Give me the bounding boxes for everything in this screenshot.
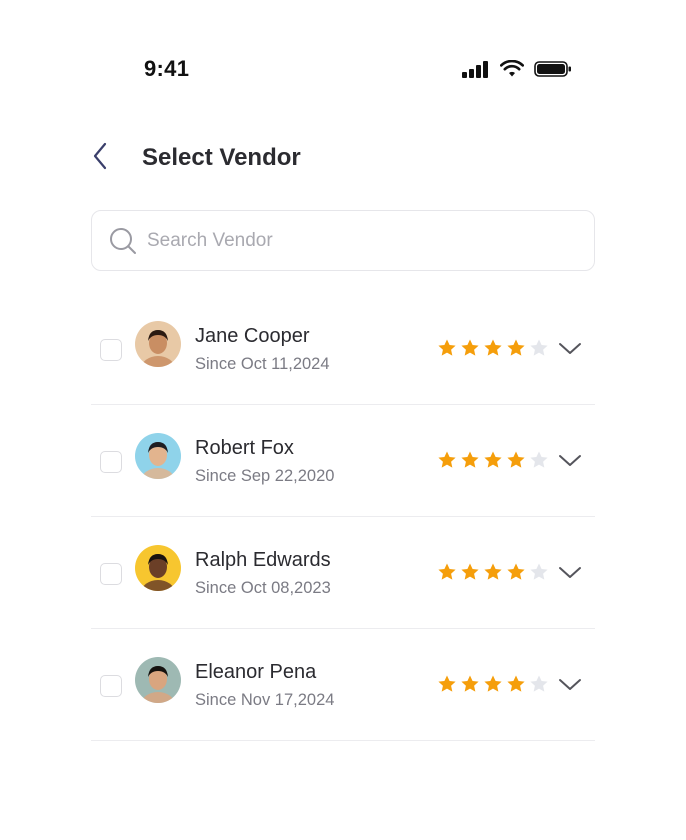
avatar (135, 545, 181, 591)
vendor-since-date: Since Oct 08,2023 (195, 579, 331, 597)
star-filled-icon (461, 451, 479, 468)
vendor-name: Ralph Edwards (195, 549, 331, 571)
avatar (135, 433, 181, 479)
star-empty-icon (530, 675, 548, 692)
chevron-left-icon (92, 142, 108, 175)
star-rating (437, 674, 549, 694)
star-filled-icon (461, 563, 479, 580)
vendor-info: Eleanor Pena Since Nov 17,2024 (195, 659, 334, 710)
status-bar: 9:41 (0, 52, 686, 88)
star-filled-icon (507, 675, 525, 692)
vendor-row[interactable]: Robert Fox Since Sep 22,2020 (91, 405, 595, 517)
vendor-name: Eleanor Pena (195, 661, 317, 683)
vendor-name: Jane Cooper (195, 325, 310, 347)
star-empty-icon (530, 451, 548, 468)
vendor-since-date: Since Oct 11,2024 (195, 355, 330, 373)
vendor-checkbox[interactable] (100, 451, 122, 473)
select-vendor-screen: 9:41 Select Vendor Search Vendor Jane Co… (0, 0, 686, 840)
vendor-info: Ralph Edwards Since Oct 08,2023 (195, 547, 331, 598)
chevron-down-icon[interactable] (558, 339, 582, 359)
star-filled-icon (438, 675, 456, 692)
star-rating (437, 450, 549, 470)
star-filled-icon (507, 339, 525, 356)
cellular-signal-icon (462, 60, 490, 83)
star-filled-icon (507, 451, 525, 468)
star-filled-icon (507, 563, 525, 580)
chevron-down-icon[interactable] (558, 675, 582, 695)
back-button[interactable] (92, 138, 124, 178)
vendor-info: Jane Cooper Since Oct 11,2024 (195, 323, 330, 374)
star-filled-icon (484, 451, 502, 468)
star-filled-icon (484, 563, 502, 580)
search-input[interactable] (147, 229, 567, 252)
status-icons (462, 59, 572, 83)
star-rating (437, 338, 549, 358)
wifi-icon (499, 59, 525, 83)
vendor-row[interactable]: Eleanor Pena Since Nov 17,2024 (91, 629, 595, 741)
avatar (135, 321, 181, 367)
search-icon (109, 227, 137, 255)
search-bar[interactable] (91, 210, 595, 271)
star-filled-icon (484, 339, 502, 356)
vendor-since-date: Since Nov 17,2024 (195, 691, 335, 709)
vendor-checkbox[interactable] (100, 563, 122, 585)
star-filled-icon (461, 339, 479, 356)
vendor-name: Robert Fox (195, 437, 294, 459)
star-filled-icon (438, 451, 456, 468)
star-filled-icon (461, 675, 479, 692)
star-filled-icon (438, 339, 456, 356)
avatar (135, 657, 181, 703)
vendor-row[interactable]: Jane Cooper Since Oct 11,2024 (91, 293, 595, 405)
star-rating (437, 562, 549, 582)
vendor-list: Jane Cooper Since Oct 11,2024 Robert Fox Si… (91, 293, 595, 741)
chevron-down-icon[interactable] (558, 563, 582, 583)
vendor-checkbox[interactable] (100, 339, 122, 361)
vendor-checkbox[interactable] (100, 675, 122, 697)
chevron-down-icon[interactable] (558, 451, 582, 471)
header: Select Vendor (92, 138, 301, 178)
status-time: 9:41 (144, 56, 190, 81)
page-title: Select Vendor (142, 144, 301, 171)
star-filled-icon (438, 563, 456, 580)
star-empty-icon (530, 339, 548, 356)
star-filled-icon (484, 675, 502, 692)
star-empty-icon (530, 563, 548, 580)
vendor-info: Robert Fox Since Sep 22,2020 (195, 435, 334, 486)
battery-icon (534, 60, 572, 83)
vendor-since-date: Since Sep 22,2020 (195, 467, 335, 485)
vendor-row[interactable]: Ralph Edwards Since Oct 08,2023 (91, 517, 595, 629)
